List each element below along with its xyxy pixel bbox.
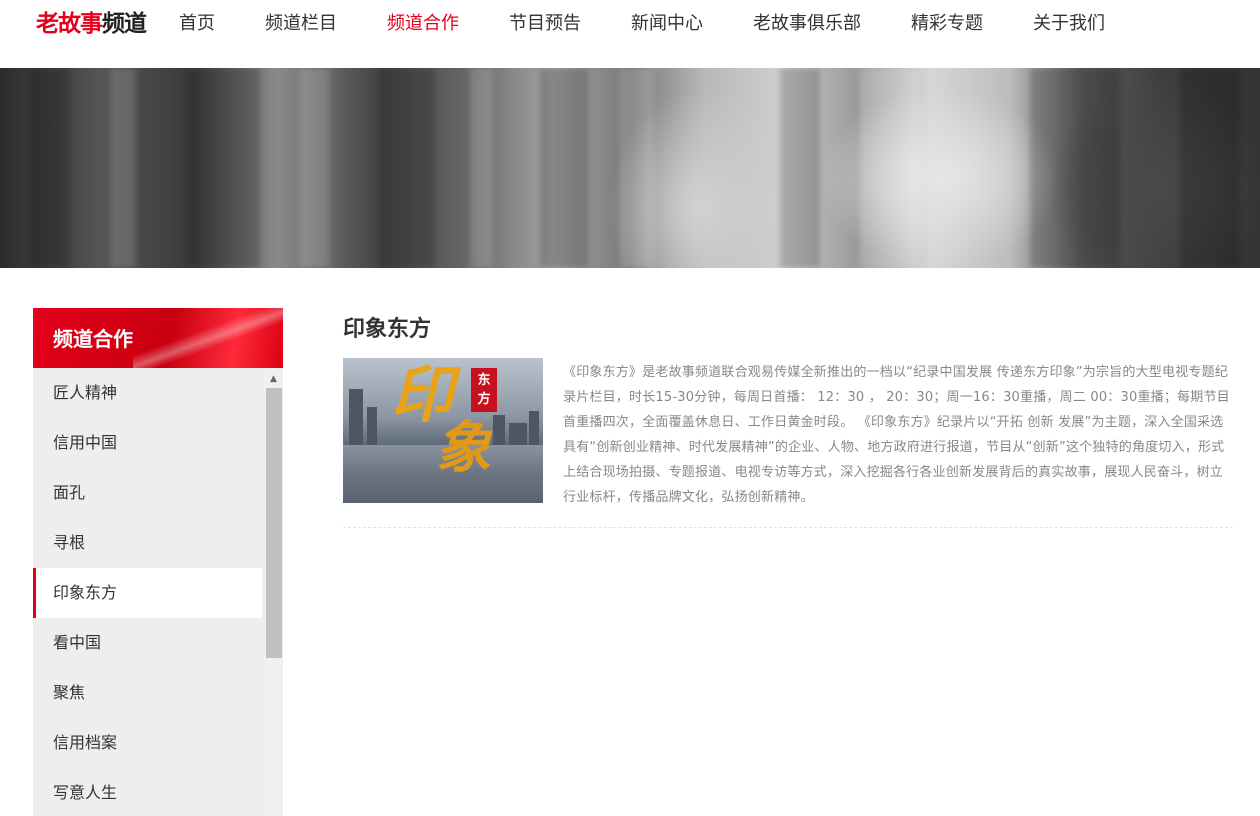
- scroll-up-arrow-icon[interactable]: ▲: [264, 368, 283, 388]
- scrollbar-thumb[interactable]: [266, 388, 282, 658]
- sidebar-item[interactable]: 看中国: [33, 618, 262, 668]
- nav-item[interactable]: 精彩专题: [911, 0, 983, 48]
- site-logo[interactable]: 老故事频道: [36, 9, 147, 39]
- program-thumbnail[interactable]: 印 象 东 方: [343, 358, 543, 503]
- sidebar-item[interactable]: 信用档案: [33, 718, 262, 768]
- sidebar-item[interactable]: 聚焦: [33, 668, 262, 718]
- logo-red-text: 老故事: [36, 11, 103, 37]
- nav-item[interactable]: 节目预告: [509, 0, 581, 48]
- sidebar-scrollbar[interactable]: ▲: [264, 368, 283, 816]
- sidebar-item[interactable]: 写意人生: [33, 768, 262, 816]
- page-title: 印象东方: [343, 317, 432, 342]
- nav-item[interactable]: 频道合作: [387, 0, 459, 48]
- sidebar-item[interactable]: 匠人精神: [33, 368, 262, 418]
- sidebar-item[interactable]: 印象东方: [33, 568, 262, 618]
- sidebar: 频道合作 匠人精神 信用中国 面孔 寻根 印象东方 看中国 聚焦 信用档案 写意人生 ▲: [33, 308, 283, 816]
- seal-line-1: 东: [477, 373, 491, 388]
- seal-line-2: 方: [477, 392, 491, 407]
- sidebar-item[interactable]: 面孔: [33, 468, 262, 518]
- content-divider: [343, 527, 1233, 528]
- nav-item[interactable]: 老故事俱乐部: [753, 0, 861, 48]
- program-description: 《印象东方》是老故事频道联合观易传媒全新推出的一档以“纪录中国发展 传递东方印象…: [563, 365, 1230, 505]
- thumbnail-seal: 东 方: [471, 368, 497, 412]
- logo-dark-text: 频道: [102, 11, 147, 37]
- site-header: 老故事频道 首页 频道栏目 频道合作 节目预告 新闻中心 老故事俱乐部 精彩专题 关于我们: [0, 0, 1260, 68]
- sidebar-item[interactable]: 寻根: [33, 518, 262, 568]
- nav-item[interactable]: 频道栏目: [265, 0, 337, 48]
- sidebar-item[interactable]: 信用中国: [33, 418, 262, 468]
- hero-banner: [0, 68, 1260, 268]
- sidebar-list: 匠人精神 信用中国 面孔 寻根 印象东方 看中国 聚焦 信用档案 写意人生: [33, 368, 262, 816]
- sidebar-title: 频道合作: [33, 308, 283, 368]
- thumbnail-char-2: 象: [435, 415, 491, 481]
- title-shine-decoration: [133, 308, 283, 368]
- nav-item[interactable]: 新闻中心: [631, 0, 703, 48]
- main-nav: 首页 频道栏目 频道合作 节目预告 新闻中心 老故事俱乐部 精彩专题 关于我们: [179, 0, 1105, 48]
- nav-item[interactable]: 关于我们: [1033, 0, 1105, 48]
- nav-item[interactable]: 首页: [179, 0, 215, 48]
- sidebar-title-text: 频道合作: [53, 327, 133, 351]
